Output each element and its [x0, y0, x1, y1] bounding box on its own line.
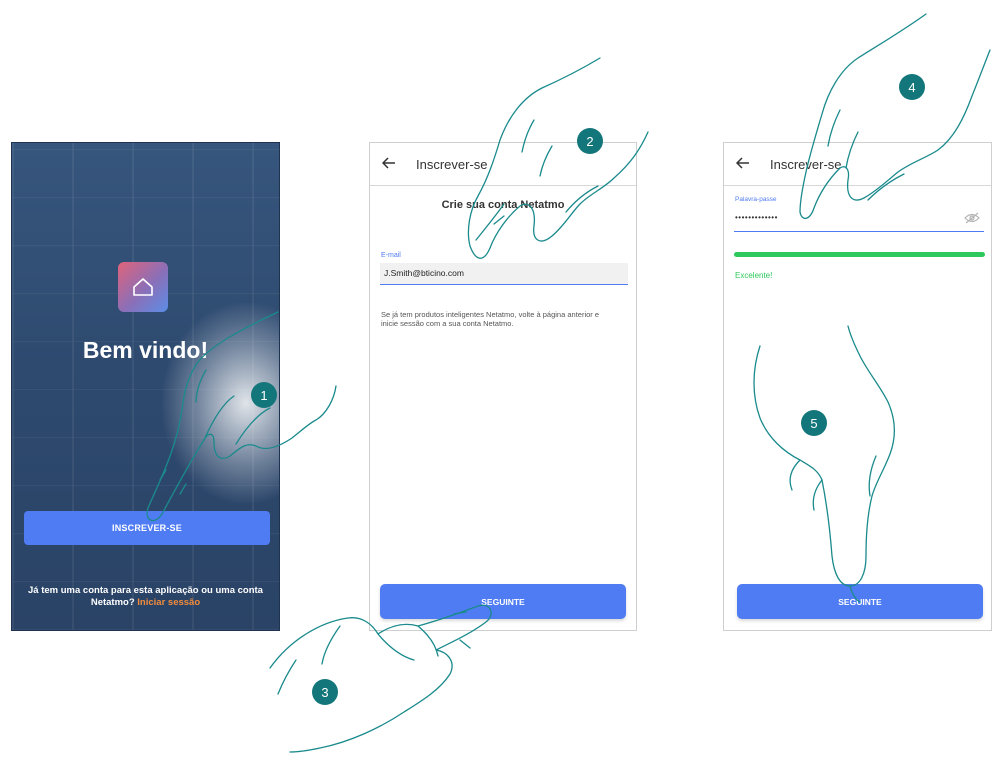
email-field[interactable]: J.Smith@bticino.com: [380, 263, 628, 285]
password-screen: Inscrever-se Palavra-passe •••••••••••••…: [723, 142, 992, 631]
home-icon: [133, 278, 153, 296]
info-text: Se já tem produtos inteligentes Netatmo,…: [381, 310, 600, 328]
page-heading: Crie sua conta Netatmo: [441, 199, 565, 211]
page-title: Inscrever-se: [416, 156, 488, 172]
app-bar: Inscrever-se: [724, 143, 991, 186]
step-badge-2: 2: [577, 128, 603, 154]
step-badge-5: 5: [801, 410, 827, 436]
signup-button[interactable]: INSCREVER-SE: [24, 511, 270, 545]
page-title: Inscrever-se: [770, 156, 842, 172]
eye-off-icon: [964, 212, 980, 224]
password-value: •••••••••••••: [735, 213, 778, 222]
email-label: E-mail: [381, 252, 401, 259]
step-badge-3: 3: [312, 679, 338, 705]
visibility-toggle[interactable]: [964, 211, 980, 229]
next-button[interactable]: SEGUINTE: [380, 584, 626, 619]
step-badge-1: 1: [251, 382, 277, 408]
welcome-screen: Bem vindo! INSCREVER-SE Já tem uma conta…: [11, 142, 280, 631]
password-field[interactable]: •••••••••••••: [734, 207, 984, 232]
email-screen: Inscrever-se Crie sua conta Netatmo E-ma…: [369, 142, 637, 631]
back-button[interactable]: [381, 156, 402, 173]
password-strength-label: Excelente!: [735, 271, 773, 280]
arrow-left-icon: [735, 156, 749, 169]
arrow-left-icon: [381, 156, 395, 169]
login-prompt: Já tem uma conta para esta aplicação ou …: [22, 585, 269, 609]
back-button[interactable]: [735, 156, 756, 173]
app-logo: [118, 262, 168, 312]
next-button[interactable]: SEGUINTE: [737, 584, 983, 619]
password-label: Palavra-passe: [735, 196, 777, 203]
step-badge-4: 4: [899, 74, 925, 100]
login-link[interactable]: Iniciar sessão: [137, 597, 200, 608]
password-strength-bar: [734, 252, 985, 257]
email-value: J.Smith@bticino.com: [384, 268, 464, 278]
